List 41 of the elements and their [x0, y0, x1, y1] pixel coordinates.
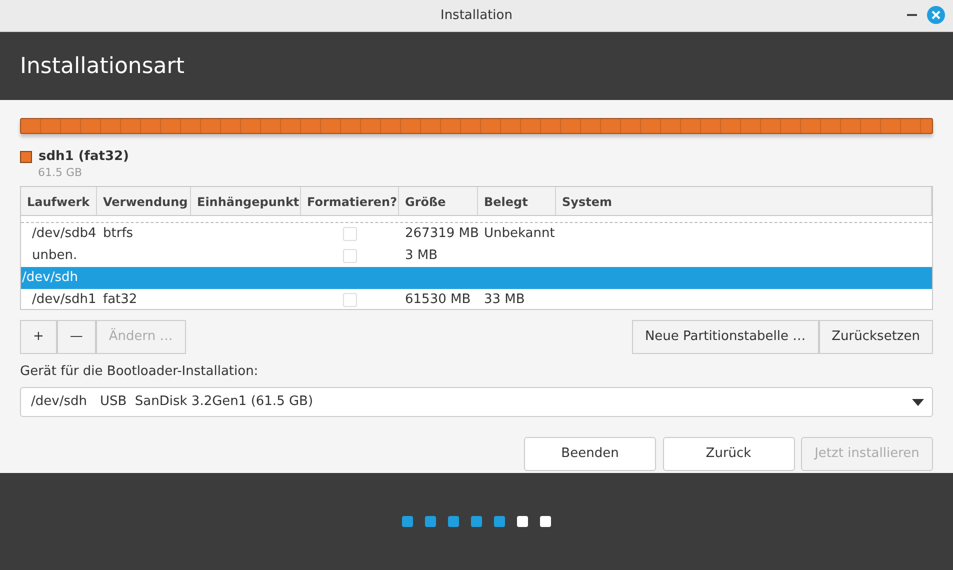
table-cell-text: 61530 MB — [405, 290, 471, 309]
back-button[interactable]: Zurück — [662, 437, 794, 471]
device-description: USB SanDisk 3.2Gen1 (61.5 GB) — [100, 393, 314, 412]
table-cell-text: 3 MB — [405, 246, 438, 265]
add-button[interactable]: + — [20, 320, 57, 354]
column-header[interactable]: Einhängepunkt — [191, 186, 301, 214]
table-cell-text: btrfs — [103, 224, 134, 243]
device-path: /dev/sdh — [31, 393, 87, 412]
page-title: Installationsart — [20, 52, 184, 80]
table-cell-text: unben. — [32, 246, 78, 265]
table-cell-text: /dev/sdb4 — [32, 224, 96, 243]
table-cell-text: fat32 — [103, 290, 138, 309]
partition-label: sdh1 (fat32) — [38, 148, 129, 166]
window-title: Installation — [440, 6, 512, 25]
column-header[interactable]: Belegt — [478, 186, 556, 214]
column-header[interactable]: System — [556, 186, 932, 214]
minimize-icon[interactable] — [907, 14, 917, 16]
dropdown-caret-icon — [912, 398, 924, 406]
bootloader-label: Gerät für die Bootloader-Installation: — [20, 362, 260, 380]
table-cell-text: 33 MB — [484, 290, 525, 309]
column-header[interactable]: Verwendung — [97, 186, 191, 214]
format-checkbox[interactable] — [343, 292, 357, 306]
column-header[interactable]: Formatieren? — [301, 186, 399, 214]
column-header[interactable]: Größe — [399, 186, 478, 214]
column-header[interactable]: Laufwerk — [21, 186, 97, 214]
quit-button[interactable]: Beenden — [524, 437, 656, 471]
table-cell-text: 267319 MB — [405, 224, 479, 243]
partition-row[interactable]: unben. 3 MB — [21, 244, 932, 266]
reset-button[interactable]: Zurücksetzen — [818, 320, 933, 354]
table-cell-text: Unbekannt — [484, 224, 555, 243]
close-icon[interactable] — [927, 6, 945, 24]
format-checkbox[interactable] — [343, 248, 357, 262]
partition-size: 61.5 GB — [38, 166, 84, 178]
new-partition-table-button[interactable]: Neue Partitionstabelle … — [632, 320, 819, 354]
bootloader-dropdown[interactable]: /dev/sdh USB SanDisk 3.2Gen1 (61.5 GB) — [20, 387, 933, 417]
disk-name: /dev/sdh — [21, 268, 79, 287]
remove-button[interactable]: — — [56, 320, 96, 354]
table-cell-text: /dev/sdh1 — [32, 290, 96, 309]
format-checkbox[interactable] — [343, 226, 357, 240]
partition-row[interactable]: /dev/sdh1 fat32 61530 MB 33 MB — [21, 288, 932, 310]
partition-row[interactable]: /dev/sdb4 btrfs 267319 MB Unbekannt — [21, 222, 932, 244]
